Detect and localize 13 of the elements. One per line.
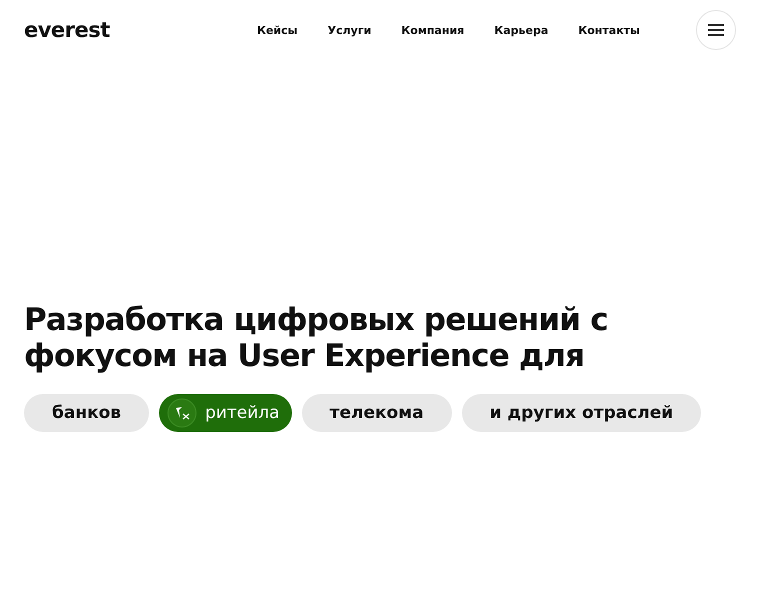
industry-tab[interactable]: банков: [24, 394, 150, 432]
menu-button[interactable]: [696, 10, 736, 50]
nav-link[interactable]: Услуги: [328, 24, 372, 36]
industry-tab[interactable]: и других отраслей: [462, 394, 702, 432]
nav-link[interactable]: Карьера: [494, 24, 548, 36]
headline: Разработка цифровых решений с фокусом на User Experience для: [24, 302, 609, 374]
menu-icon: [708, 24, 724, 36]
nav-link[interactable]: Кейсы: [256, 24, 298, 36]
industry-tab[interactable]: телекома: [302, 394, 452, 432]
nav-link[interactable]: Компания: [401, 24, 464, 36]
industry-tab[interactable]: ритейла: [159, 394, 292, 432]
nav-link[interactable]: Контакты: [578, 24, 640, 36]
logo[interactable]: everest: [24, 18, 110, 42]
